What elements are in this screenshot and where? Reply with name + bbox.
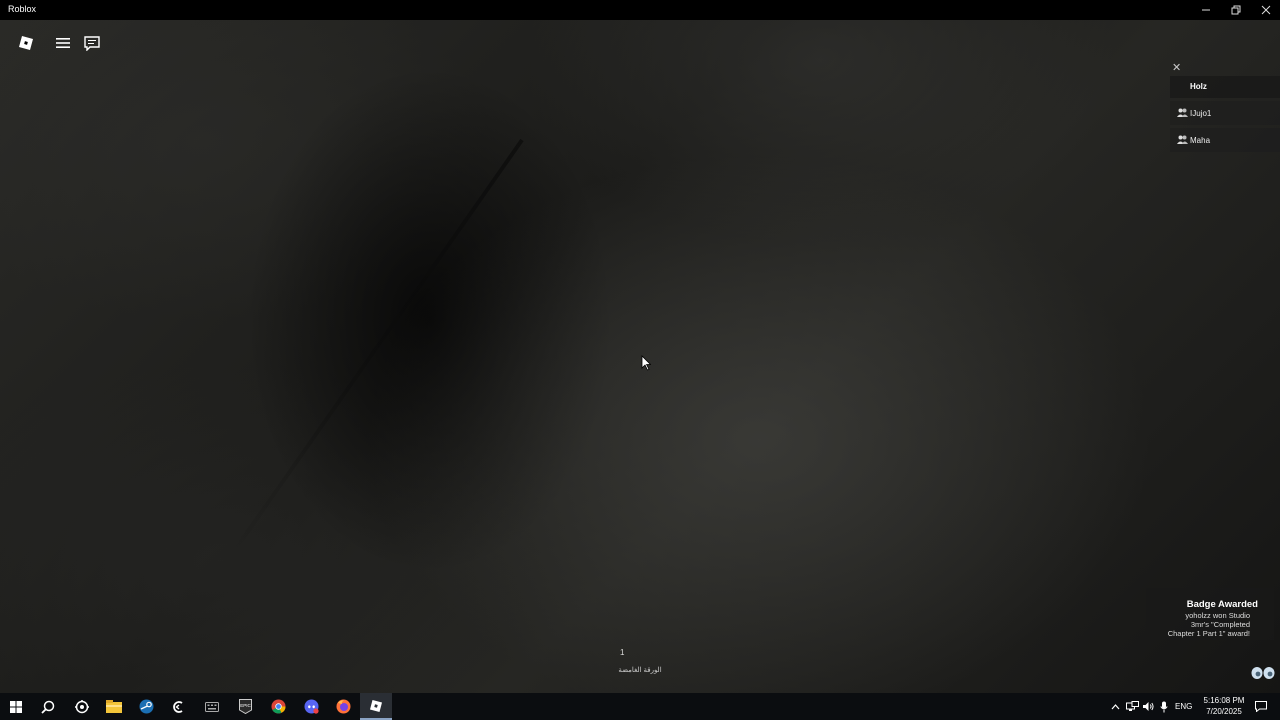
friends-icon — [1177, 135, 1188, 144]
start-button[interactable] — [0, 693, 32, 720]
close-icon — [1261, 5, 1271, 15]
rock-crack — [222, 138, 524, 568]
badge-notification: Badge Awarded yoholzz won Studio 3mr's "… — [1146, 588, 1274, 640]
chrome-icon — [271, 699, 285, 714]
badge-message-line: Chapter 1 Part 1" award! — [1167, 629, 1250, 638]
chat-icon — [84, 35, 100, 51]
network-button[interactable] — [1124, 693, 1140, 720]
minimize-icon — [1202, 9, 1210, 11]
hamburger-icon — [56, 38, 70, 48]
game-viewport[interactable] — [0, 20, 1280, 693]
steam-icon — [139, 699, 153, 714]
windows-start-icon — [10, 700, 22, 713]
action-center-button[interactable] — [1252, 693, 1270, 720]
taskbar-chrome[interactable] — [262, 693, 294, 720]
taskbar-app[interactable] — [163, 693, 195, 720]
restore-icon — [1231, 5, 1241, 15]
taskbar-keyboard-app[interactable] — [196, 693, 228, 720]
badge-message-line: 3mr's "Completed — [1190, 620, 1250, 629]
taskbar-steam[interactable] — [130, 693, 162, 720]
hamburger-menu-button[interactable] — [51, 32, 75, 54]
taskbar-search-button[interactable] — [32, 693, 64, 720]
network-icon — [1125, 701, 1139, 711]
taskbar-file-explorer[interactable] — [98, 693, 130, 720]
roblox-logo-icon — [19, 36, 33, 50]
microphone-icon — [1160, 701, 1168, 712]
svg-text:EPIC: EPIC — [240, 703, 251, 708]
roblox-icon — [370, 699, 382, 712]
discord-icon — [304, 699, 319, 714]
player-name: Maha — [1190, 136, 1211, 145]
keyboard-icon — [205, 701, 219, 712]
volume-button[interactable] — [1140, 693, 1156, 720]
epic-games-icon: EPIC — [238, 699, 252, 714]
tray-overflow-button[interactable] — [1108, 693, 1122, 720]
taskbar-epic-games[interactable]: EPIC — [229, 693, 261, 720]
player-row[interactable]: IJujo1 — [1170, 101, 1280, 125]
badge-message-line: yoholzz won Studio — [1185, 611, 1250, 620]
roblox-menu-button[interactable] — [14, 32, 38, 54]
search-icon — [41, 700, 55, 714]
chat-button[interactable] — [80, 32, 104, 54]
steam-client-icon — [75, 699, 89, 713]
volume-icon — [1143, 702, 1154, 711]
firefox-icon — [336, 699, 350, 714]
mouse-cursor-icon — [641, 355, 651, 371]
taskbar-discord[interactable] — [295, 693, 327, 720]
player-list-title: Holz — [1190, 82, 1207, 91]
player-row[interactable]: Maha — [1170, 128, 1280, 152]
taskbar: EPIC ENG 5:16:08 PM 7/20/2025 — [0, 693, 1280, 720]
app-icon — [173, 700, 183, 713]
item-label: الورقة الغامضة — [618, 667, 662, 674]
notification-icon — [1255, 701, 1267, 712]
player-name: IJujo1 — [1190, 109, 1212, 118]
close-button[interactable] — [1251, 0, 1280, 20]
restore-button[interactable] — [1221, 0, 1251, 20]
file-explorer-icon — [106, 700, 122, 713]
taskbar-roblox[interactable] — [360, 693, 392, 720]
friends-icon — [1177, 108, 1188, 117]
eyes-icon — [1251, 667, 1275, 679]
chevron-up-icon — [1111, 703, 1119, 709]
minimize-button[interactable] — [1191, 0, 1221, 20]
input-language[interactable]: ENG — [1175, 702, 1192, 711]
window-title: Roblox — [8, 4, 37, 14]
clock[interactable]: 5:16:08 PM 7/20/2025 — [1196, 695, 1252, 717]
taskbar-firefox[interactable] — [327, 693, 359, 720]
microphone-button[interactable] — [1156, 693, 1172, 720]
item-count: 1 — [620, 648, 625, 657]
player-list-close-icon[interactable]: ✕ — [1172, 62, 1184, 74]
window-titlebar: Roblox — [0, 0, 1280, 20]
clock-time: 5:16:08 PM — [1203, 696, 1245, 705]
clock-date: 7/20/2025 — [1206, 707, 1242, 716]
taskbar-steam-client[interactable] — [66, 693, 98, 720]
player-list-header: Holz — [1170, 76, 1280, 98]
badge-title: Badge Awarded — [1186, 599, 1258, 610]
